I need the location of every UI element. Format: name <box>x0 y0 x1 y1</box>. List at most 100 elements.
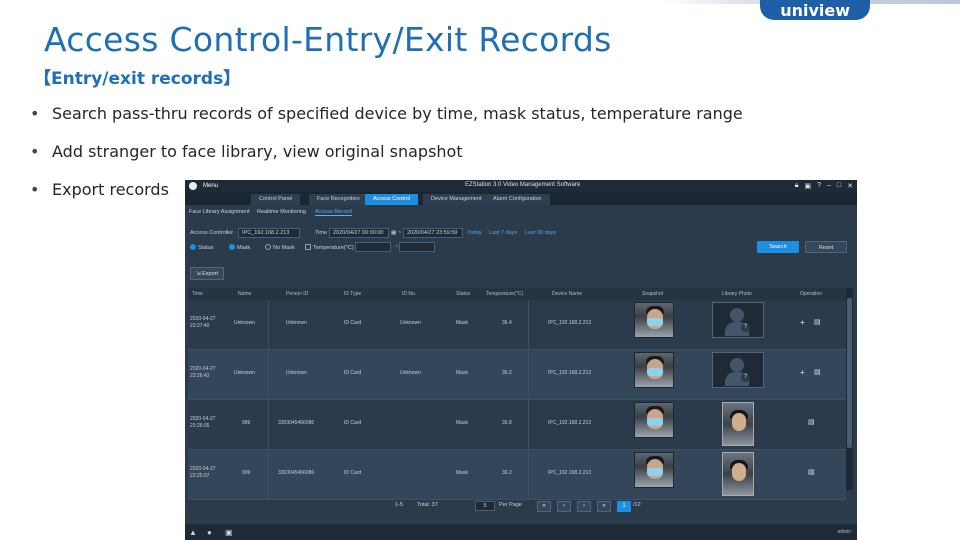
col-snapshot[interactable]: Snapshot <box>642 291 663 297</box>
col-device-name[interactable]: Device Name <box>552 291 582 297</box>
cell-time: 2020-04-27 23:25:07 <box>190 466 216 479</box>
export-button[interactable]: ⇲ Export <box>190 267 224 280</box>
tab-alarm-configuration[interactable]: Alarm Configuration <box>485 194 550 205</box>
radio-mask[interactable]: Mask <box>229 244 250 251</box>
alarm-icon[interactable]: ▲ <box>189 528 198 537</box>
column-divider <box>268 400 269 450</box>
minimize-icon[interactable]: – <box>827 182 831 190</box>
time-separator: ~ <box>398 230 402 236</box>
snapshot-image[interactable] <box>634 302 674 338</box>
app-window: Menu EZStation 3.0 Video Management Soft… <box>185 180 857 540</box>
table-row[interactable]: 2020-04-27 23:27:40 Unknown Unknown ID Ca… <box>188 300 846 350</box>
subtab-realtime-monitoring[interactable]: Realtime Monitoring <box>257 209 306 215</box>
snapshot-image[interactable] <box>634 402 674 438</box>
col-status[interactable]: Status <box>456 291 470 297</box>
subtab-access-record[interactable]: Access Record <box>315 209 352 216</box>
maximize-icon[interactable]: □ <box>837 182 841 190</box>
lock-icon[interactable]: 🔒︎ <box>795 182 799 190</box>
temperature-separator: ~ <box>395 244 399 250</box>
cell-person-id: 3303045466086 <box>278 420 315 426</box>
bullet-item: • Add stranger to face library, view orig… <box>30 142 463 161</box>
slide-title: Access Control-Entry/Exit Records <box>44 20 612 59</box>
cell-id-no: Unknown <box>400 320 421 326</box>
temperature-checkbox[interactable]: Temperature(°C) <box>305 244 354 251</box>
library-photo-unknown: ? <box>712 352 764 388</box>
cell-id-type: ID Card <box>344 320 362 326</box>
add-to-library-icon[interactable]: + <box>800 318 805 327</box>
cell-time: 2020-04-27 23:26:05 <box>190 416 216 429</box>
col-name[interactable]: Name <box>238 291 251 297</box>
quick-7days-link[interactable]: Last 7 days <box>489 230 517 236</box>
column-divider <box>268 350 269 400</box>
access-controller-select[interactable]: IPC_192.168.2.213 <box>238 228 300 238</box>
last-page-icon[interactable]: » <box>597 501 611 512</box>
per-page-label: Per Page <box>499 502 522 508</box>
view-snapshot-icon[interactable]: ▤ <box>808 468 815 476</box>
tab-device-management[interactable]: Device Management <box>423 194 490 205</box>
quick-30days-link[interactable]: Last 30 days <box>525 230 556 236</box>
radio-indicator <box>229 244 235 250</box>
tab-face-recognition[interactable]: Face Recognition <box>309 194 368 205</box>
col-id-no[interactable]: ID No. <box>402 291 416 297</box>
user-icon[interactable]: ● <box>207 528 216 537</box>
table-scrollbar[interactable] <box>846 288 853 490</box>
column-divider <box>528 450 529 500</box>
col-person-id[interactable]: Person ID <box>286 291 308 297</box>
add-to-library-icon[interactable]: + <box>800 368 805 377</box>
view-snapshot-icon[interactable]: ▤ <box>808 418 815 426</box>
menu-button[interactable]: Menu <box>203 183 218 189</box>
column-divider <box>528 400 529 450</box>
prev-page-icon[interactable]: ‹ <box>557 501 571 512</box>
time-end-field[interactable]: 2020/04/27 23:59:59 <box>403 228 463 238</box>
subtab-face-library-assignment[interactable]: Face Library Assignment <box>189 209 250 215</box>
mask-shape <box>647 468 663 476</box>
calendar-icon[interactable]: ▦ <box>391 230 396 236</box>
col-id-type[interactable]: ID Type <box>344 291 361 297</box>
cell-device-name: IPC_192.168.2.213 <box>548 370 592 376</box>
table-header: Time Name Person ID ID Type ID No. Statu… <box>188 288 846 300</box>
search-button[interactable]: Search <box>757 241 799 253</box>
window-title: EZStation 3.0 Video Management Software <box>465 182 581 188</box>
mask-shape <box>647 318 663 326</box>
access-controller-label: Access Controller <box>190 230 234 236</box>
table-row[interactable]: 2020-04-27 23:26:43 Unknown Unknown ID Ca… <box>188 350 846 400</box>
save-icon[interactable]: ▣ <box>804 182 811 190</box>
col-library-photo[interactable]: Library Photo <box>722 291 752 297</box>
tab-access-control[interactable]: Access Control <box>365 194 418 205</box>
view-snapshot-icon[interactable]: ▤ <box>814 318 821 326</box>
view-snapshot-icon[interactable]: ▤ <box>814 368 821 376</box>
reset-button[interactable]: Reset <box>805 241 847 253</box>
quick-today-link[interactable]: Today <box>467 230 482 236</box>
cell-status: Mask <box>456 420 468 426</box>
library-photo[interactable] <box>722 402 754 446</box>
question-icon: ? <box>741 323 750 332</box>
per-page-field[interactable]: 5 <box>475 501 495 511</box>
close-icon[interactable]: ✕ <box>847 182 853 190</box>
cell-person-id: Unknown <box>286 320 307 326</box>
current-page-field[interactable]: 1 <box>617 501 631 512</box>
time-start-field[interactable]: 2020/04/27 00:00:00 <box>329 228 389 238</box>
radio-no-mask[interactable]: No Mask <box>265 244 295 251</box>
first-page-icon[interactable]: « <box>537 501 551 512</box>
cell-device-name: IPC_192.168.2.213 <box>548 320 592 326</box>
scrollbar-thumb[interactable] <box>847 298 852 448</box>
window-controls: 🔒︎ ▣ ? – □ ✕ <box>795 182 853 190</box>
temperature-max-field[interactable] <box>399 242 435 252</box>
col-temperature[interactable]: Temperature(°C) <box>486 291 523 297</box>
cell-name: 999 <box>242 420 251 426</box>
help-icon[interactable]: ? <box>817 182 821 190</box>
snapshot-image[interactable] <box>634 452 674 488</box>
snapshot-image[interactable] <box>634 352 674 388</box>
temperature-min-field[interactable] <box>355 242 391 252</box>
screen-icon[interactable]: ▣ <box>225 528 234 537</box>
table-row[interactable]: 2020-04-27 23:25:07 999 3303045466086 ID … <box>188 450 846 500</box>
table-row[interactable]: 2020-04-27 23:26:05 999 3303045466086 ID … <box>188 400 846 450</box>
radio-status[interactable]: Status <box>190 244 214 251</box>
col-time[interactable]: Time <box>192 291 203 297</box>
cell-name: 999 <box>242 470 251 476</box>
next-page-icon[interactable]: › <box>577 501 591 512</box>
tab-control-panel[interactable]: Control Panel <box>251 194 301 205</box>
person-head-shape <box>730 308 744 322</box>
library-photo[interactable] <box>722 452 754 496</box>
cell-id-type: ID Card <box>344 470 362 476</box>
